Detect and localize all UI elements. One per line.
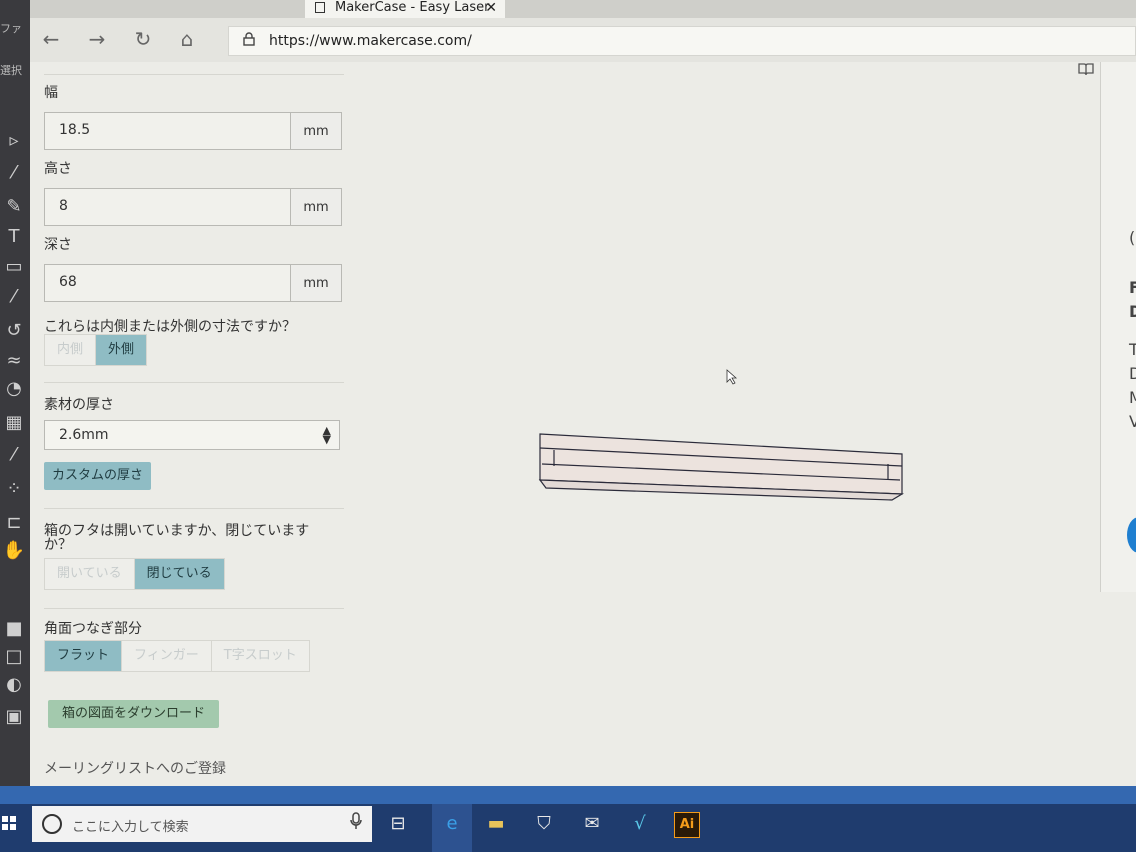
fill-swatch-icon[interactable]: ■ — [2, 620, 26, 638]
browser-window: MakerCase - Easy Laser ✕ ← → ↻ ⌂ https:/… — [30, 0, 1136, 786]
navigation-bar: ← → ↻ ⌂ https://www.makercase.com/ — [30, 18, 1136, 62]
select-arrows-icon: ▲ ▼ — [322, 424, 331, 446]
height-unit: mm — [290, 189, 341, 225]
artboard-tool-icon[interactable]: ⊏ — [2, 514, 26, 532]
chat-bubble-icon[interactable] — [1127, 517, 1136, 553]
panel-text: M — [1129, 388, 1136, 407]
back-arrow-icon[interactable]: ← — [36, 24, 66, 54]
lock-icon — [243, 32, 255, 50]
close-icon[interactable]: ✕ — [485, 0, 497, 16]
height-field[interactable]: 8 mm — [44, 188, 342, 226]
address-bar[interactable]: https://www.makercase.com/ — [228, 26, 1136, 56]
panel-text: F — [1129, 278, 1136, 297]
pen-tool-icon[interactable]: ✎ — [2, 198, 26, 216]
custom-thickness-button[interactable]: カスタムの厚さ — [44, 462, 152, 490]
file-explorer-icon[interactable]: ▬ — [484, 812, 508, 836]
mesh-tool-icon[interactable]: ▦ — [2, 414, 26, 432]
box-preview[interactable] — [350, 62, 1106, 786]
app-menu-label: 選択 — [0, 64, 22, 77]
edge-joint-toggle: フラット フィンガー T字スロット — [44, 640, 310, 672]
mouse-cursor-icon — [726, 369, 738, 385]
sway-app-icon[interactable]: √ — [628, 812, 652, 836]
divider — [44, 382, 344, 383]
windows-start-icon[interactable] — [2, 816, 16, 830]
depth-unit: mm — [290, 265, 341, 301]
depth-field[interactable]: 68 mm — [44, 264, 342, 302]
tab-strip — [30, 0, 1136, 18]
mail-icon[interactable]: ✉ — [580, 812, 604, 836]
page-icon — [315, 2, 325, 13]
warp-tool-icon[interactable]: ≈ — [2, 352, 26, 370]
download-plans-button[interactable]: 箱の図面をダウンロード — [48, 700, 220, 728]
option-finger[interactable]: フィンガー — [121, 641, 211, 671]
forward-arrow-icon[interactable]: → — [82, 24, 112, 54]
material-thickness-select[interactable]: 2.6mm ▲ ▼ — [44, 420, 340, 450]
eyedropper-icon[interactable]: ⁄ — [2, 446, 26, 464]
type-tool-icon[interactable]: T — [2, 228, 26, 246]
shape-builder-icon[interactable]: ◔ — [2, 380, 26, 398]
taskbar-search[interactable]: ここに入力して検索 — [32, 806, 372, 842]
magic-wand-icon[interactable]: ⁄ — [2, 164, 26, 182]
panel-text: T — [1129, 340, 1136, 359]
info-panel: ( F D T D M V — [1100, 62, 1136, 592]
width-field[interactable]: 18.5 mm — [44, 112, 342, 150]
selection-tool-icon[interactable]: ▹ — [2, 132, 26, 150]
height-value[interactable]: 8 — [59, 198, 68, 214]
depth-label: 深さ — [44, 237, 72, 253]
lid-question: 箱のフタは開いていますか、閉じていますか？ — [44, 523, 310, 553]
symbol-sprayer-icon[interactable]: ⁘ — [2, 480, 26, 498]
url-text: https://www.makercase.com/ — [269, 33, 472, 49]
windows-taskbar: ここに入力して検索 ⊟ e ▬ ⛉ ✉ √ Ai — [0, 786, 1136, 852]
panel-text: ( — [1129, 228, 1136, 247]
option-flat[interactable]: フラット — [45, 641, 122, 671]
background-app-toolbar: ファ 選択 ▹ ⁄ ✎ T ▭ ⁄ ↺ ≈ ◔ ▦ ⁄ ⁘ ⊏ ✋ ■ □ ◐ … — [0, 0, 30, 790]
settings-sidebar: 幅 18.5 mm 高さ 8 mm 深さ 68 mm これらは内側または外側の寸… — [30, 62, 350, 786]
panel-text: V — [1129, 412, 1136, 431]
option-inside[interactable]: 内側 — [45, 335, 96, 365]
material-thickness-value: 2.6mm — [59, 427, 109, 443]
tab-makercase[interactable]: MakerCase - Easy Laser ✕ — [305, 0, 505, 18]
width-value[interactable]: 18.5 — [59, 122, 90, 138]
microphone-icon[interactable] — [350, 812, 362, 834]
divider — [44, 74, 344, 75]
search-placeholder: ここに入力して検索 — [72, 820, 189, 835]
panel-text: D — [1129, 302, 1136, 321]
divider — [44, 508, 344, 509]
divider — [44, 608, 344, 609]
dimension-question: これらは内側または外側の寸法ですか？ — [44, 319, 296, 335]
screen-mode-icon[interactable]: ▣ — [2, 708, 26, 726]
depth-value[interactable]: 68 — [59, 274, 77, 290]
edge-joint-label: 角面つなぎ部分 — [44, 621, 142, 637]
illustrator-icon[interactable]: Ai — [674, 812, 700, 838]
stroke-swatch-icon[interactable]: □ — [2, 648, 26, 666]
app-menu-label: ファ — [0, 22, 22, 35]
rectangle-tool-icon[interactable]: ▭ — [2, 258, 26, 276]
home-icon[interactable]: ⌂ — [172, 24, 202, 54]
store-icon[interactable]: ⛉ — [532, 812, 556, 836]
makercase-page: ☆ 幅 18.5 mm 高さ 8 mm 深さ 68 mm これらは内側または外側… — [30, 60, 1136, 786]
tab-title: MakerCase - Easy Laser — [335, 0, 490, 15]
hand-tool-icon[interactable]: ✋ — [2, 542, 26, 560]
brush-tool-icon[interactable]: ⁄ — [2, 288, 26, 306]
rotate-tool-icon[interactable]: ↺ — [2, 322, 26, 340]
width-label: 幅 — [44, 85, 58, 101]
refresh-icon[interactable]: ↻ — [128, 24, 158, 54]
lid-toggle: 開いている 閉じている — [44, 558, 225, 590]
desktop-strip — [0, 786, 1136, 804]
material-thickness-label: 素材の厚さ — [44, 397, 114, 413]
task-view-icon[interactable]: ⊟ — [386, 812, 410, 836]
mailing-list-link[interactable]: メーリングリストへのご登録 — [44, 758, 226, 778]
width-unit: mm — [290, 113, 341, 149]
draw-mode-icon[interactable]: ◐ — [2, 676, 26, 694]
cortana-icon — [42, 814, 62, 834]
dimension-toggle: 内側 外側 — [44, 334, 148, 366]
option-outside[interactable]: 外側 — [95, 335, 147, 365]
box-3d-render — [538, 369, 905, 501]
option-closed[interactable]: 閉じている — [133, 559, 224, 589]
option-open[interactable]: 開いている — [45, 559, 134, 589]
panel-text: D — [1129, 364, 1136, 383]
option-t-slot[interactable]: T字スロット — [210, 641, 309, 671]
height-label: 高さ — [44, 161, 72, 177]
edge-browser-icon[interactable]: e — [440, 812, 464, 836]
